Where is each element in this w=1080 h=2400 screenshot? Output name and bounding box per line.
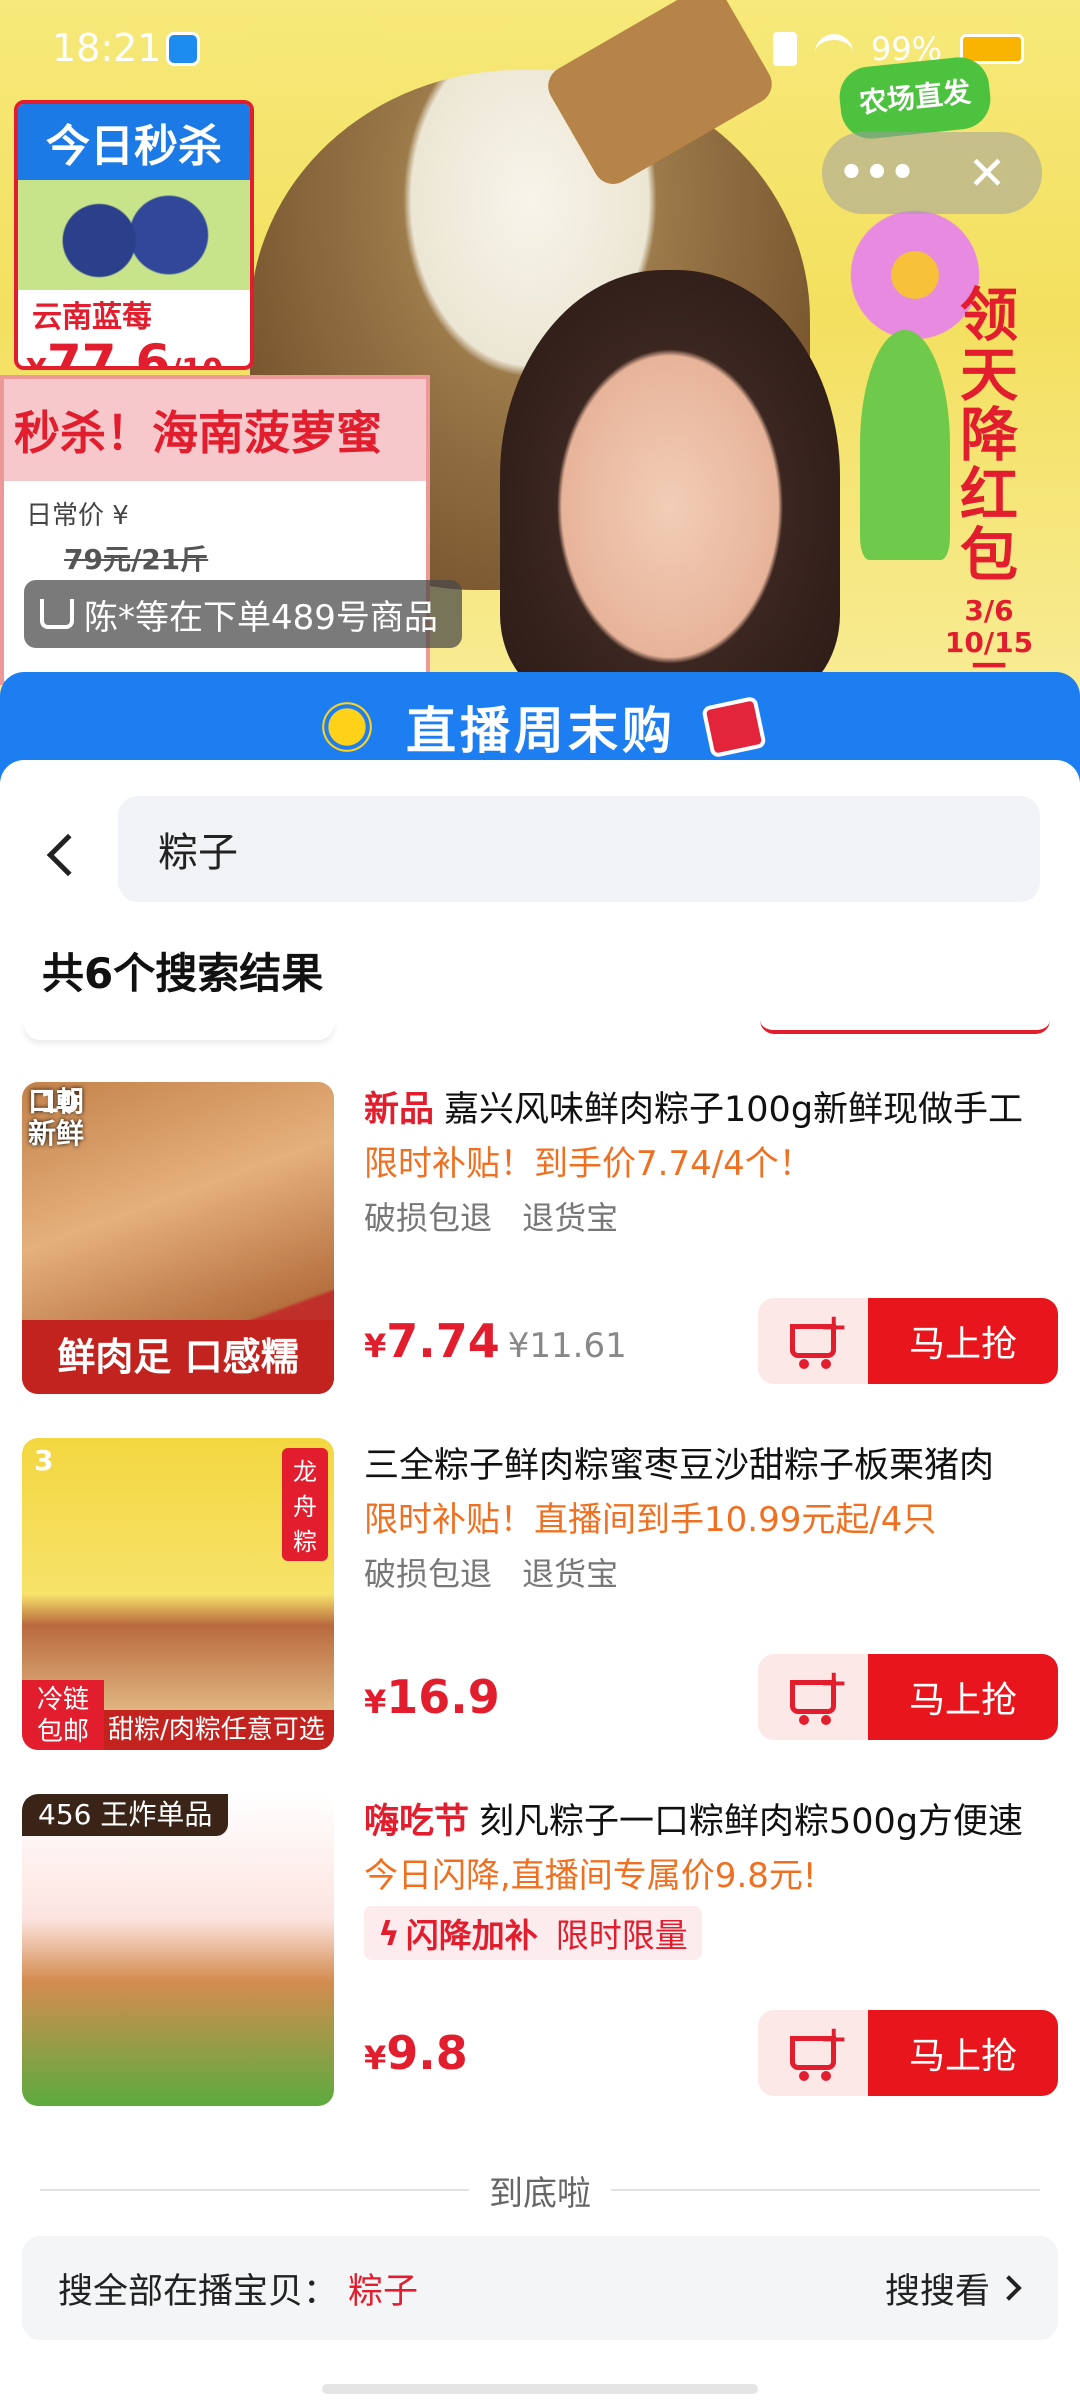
- live-host-image: [500, 270, 840, 700]
- back-button[interactable]: [34, 815, 90, 895]
- search-query: 粽子: [158, 830, 238, 876]
- end-of-list: 到底啦: [40, 2150, 1040, 2230]
- product-card[interactable]: 口朝 新鲜 10 鲜肉足 口感糯 新品 嘉兴风味鲜肉粽子100g新鲜现做手工 限时…: [22, 1082, 1058, 1402]
- gift-icon: [701, 695, 767, 759]
- live-header-title: 直播周末购: [406, 702, 676, 760]
- product-thumbnail[interactable]: 3 龙舟粽 冷链 包邮 甜粽/肉粽任意可选: [22, 1438, 334, 1750]
- original-price: ¥11.61: [507, 1326, 627, 1366]
- product-promo: 今日闪降,直播间专属价9.8元!: [364, 1856, 817, 1896]
- add-to-cart-button[interactable]: +: [758, 2010, 868, 2096]
- add-to-cart-button[interactable]: +: [758, 1654, 868, 1740]
- divider: [611, 2189, 1040, 2191]
- cart-icon: [40, 599, 74, 629]
- flash-sale-badge[interactable]: 今日秒杀 云南蓝莓 ¥77.6/10盒: [14, 100, 254, 370]
- product-info: 三全粽子鲜肉粽蜜枣豆沙甜粽子板栗猪肉 限时补贴！直播间到手10.99元起/4只 …: [364, 1438, 1064, 1602]
- product-price: ¥7.74 ¥11.61: [364, 1314, 627, 1368]
- back-icon: [46, 833, 90, 877]
- buy-now-button[interactable]: 马上抢: [868, 2010, 1058, 2096]
- service-tags: 破损包退 退货宝: [364, 1555, 619, 1593]
- search-panel: 粽子 共6个搜索结果 口朝 新鲜 10 鲜肉足 口感糯 新品 嘉兴风味鲜肉粽子10…: [0, 760, 1080, 2400]
- buy-now-button[interactable]: 马上抢: [868, 1654, 1058, 1740]
- flash-sale-title: 今日秒杀: [18, 104, 250, 180]
- product-card[interactable]: 3 龙舟粽 冷链 包邮 甜粽/肉粽任意可选 三全粽子鲜肉粽蜜枣豆沙甜粽子板栗猪肉…: [22, 1438, 1058, 1758]
- result-count: 共6个搜索结果: [42, 949, 324, 998]
- rank-number: 10: [40, 1086, 79, 1119]
- red-packet-ad[interactable]: 领 天 降 红 包 3/6 10/15 元: [945, 285, 1033, 700]
- sun-icon: [318, 698, 376, 756]
- farm-direct-tag: 农场直发: [836, 54, 994, 142]
- more-icon[interactable]: •••: [822, 153, 932, 193]
- flash-sale-product: 云南蓝莓: [18, 290, 250, 338]
- thumb-caption: 甜粽/肉粽任意可选: [104, 1710, 334, 1750]
- divider: [40, 2189, 469, 2191]
- wifi-icon: [814, 34, 853, 64]
- flash-subsidy-tag: ϟ 闪降加补 限时限量: [364, 1906, 702, 1960]
- thumb-side-label: 龙舟粽: [282, 1448, 328, 1561]
- previous-item-edge: [24, 1020, 334, 1040]
- product-title[interactable]: 嗨吃节 刻凡粽子一口粽鲜肉粽500g方便速: [364, 1794, 1064, 1850]
- search-go-button[interactable]: 搜搜看: [885, 2263, 1022, 2314]
- sim-icon: [772, 32, 797, 66]
- buy-actions: + 马上抢: [758, 1654, 1058, 1740]
- bolt-icon: ϟ: [378, 1913, 400, 1953]
- buy-now-button[interactable]: 马上抢: [868, 1298, 1058, 1384]
- daily-price-label: 日常价 ¥: [26, 501, 129, 531]
- thumb-corner-label: 冷链 包邮: [22, 1680, 104, 1750]
- previous-buy-button-edge: [760, 1020, 1050, 1034]
- search-input[interactable]: 粽子: [118, 796, 1040, 902]
- leaf-decoration: [860, 330, 950, 560]
- rank-number: 3: [34, 1444, 54, 1477]
- thumb-caption: 鲜肉足 口感糯: [22, 1320, 334, 1394]
- product-info: 嗨吃节 刻凡粽子一口粽鲜肉粽500g方便速 今日闪降,直播间专属价9.8元! ϟ …: [364, 1794, 1064, 1960]
- flash-sale-price: ¥77.6/10盒: [26, 334, 223, 370]
- order-toast: 陈*等在下单489号商品: [24, 580, 462, 648]
- search-all-keyword: 粽子: [348, 2271, 419, 2312]
- promo-board-heading: 秒杀！海南菠萝蜜: [4, 379, 426, 481]
- end-of-list-text: 到底啦: [489, 2173, 591, 2214]
- product-price: ¥9.8: [364, 2026, 468, 2080]
- add-to-cart-button[interactable]: +: [758, 1298, 868, 1384]
- product-info: 新品 嘉兴风味鲜肉粽子100g新鲜现做手工 限时补贴！到手价7.74/4个！ 破损…: [364, 1082, 1064, 1246]
- live-stream-video[interactable]: 18:21 99% 今日秒杀 云南蓝莓 ¥77.6/10盒 农场直发 ••• ✕…: [0, 0, 1080, 700]
- search-all-bar[interactable]: 搜全部在播宝贝： 粽子 搜搜看: [22, 2236, 1058, 2340]
- app-icon: [166, 32, 200, 66]
- mini-app-capsule: ••• ✕: [822, 132, 1042, 214]
- order-toast-text: 陈*等在下单489号商品: [84, 597, 438, 638]
- product-thumbnail[interactable]: 456 王炸单品: [22, 1794, 334, 2106]
- rank-tag: 456 王炸单品: [22, 1794, 229, 1836]
- product-promo: 限时补贴！到手价7.74/4个！: [364, 1144, 813, 1184]
- product-card[interactable]: 456 王炸单品 嗨吃节 刻凡粽子一口粽鲜肉粽500g方便速 今日闪降,直播间专属…: [22, 1794, 1058, 2114]
- status-time: 18:21: [52, 26, 162, 70]
- buy-actions: + 马上抢: [758, 2010, 1058, 2096]
- chevron-right-icon: [996, 2275, 1022, 2301]
- product-promo: 限时补贴！直播间到手10.99元起/4只: [364, 1500, 937, 1540]
- buy-actions: + 马上抢: [758, 1298, 1058, 1384]
- blueberry-image: [18, 180, 250, 290]
- home-indicator[interactable]: [322, 2384, 758, 2394]
- product-title[interactable]: 三全粽子鲜肉粽蜜枣豆沙甜粽子板栗猪肉: [364, 1438, 1064, 1494]
- product-thumbnail[interactable]: 口朝 新鲜 10 鲜肉足 口感糯: [22, 1082, 334, 1394]
- product-price: ¥16.9: [364, 1670, 500, 1724]
- product-title[interactable]: 新品 嘉兴风味鲜肉粽子100g新鲜现做手工: [364, 1082, 1064, 1138]
- daily-old-price: 79元/21斤: [64, 543, 209, 576]
- search-all-label: 搜全部在播宝贝：: [58, 2271, 339, 2312]
- service-tags: 破损包退 退货宝: [364, 1199, 619, 1237]
- close-icon[interactable]: ✕: [932, 150, 1042, 196]
